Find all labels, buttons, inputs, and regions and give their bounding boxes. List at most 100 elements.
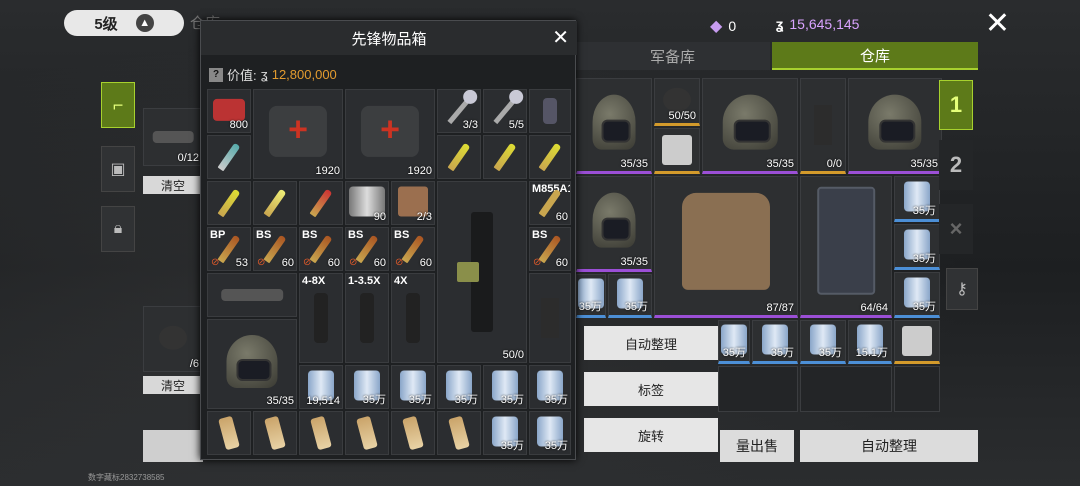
question-icon[interactable]: ?: [209, 67, 223, 82]
storage-item[interactable]: 0/0: [800, 78, 846, 174]
popup-item[interactable]: 1-3.5X: [345, 273, 389, 363]
item-count: 35/35: [766, 158, 794, 170]
page-2-button[interactable]: 2: [939, 140, 973, 190]
bulk-sell-label: 量出售: [736, 438, 778, 454]
popup-item[interactable]: 35万: [529, 365, 571, 409]
equip-slot[interactable]: 0/12: [143, 108, 203, 166]
storage-item[interactable]: 15.1万: [848, 320, 892, 364]
popup-item[interactable]: BS ⊘ 60: [253, 227, 297, 271]
popup-item[interactable]: BP ⊘ 53: [207, 227, 251, 271]
storage-item[interactable]: 35万: [894, 272, 940, 318]
popup-item[interactable]: [299, 181, 343, 225]
bulk-sell-button[interactable]: 量出售: [720, 430, 794, 462]
level-label: 5级: [94, 15, 118, 33]
clear-button[interactable]: 清空: [143, 176, 203, 194]
popup-item[interactable]: [207, 273, 297, 317]
popup-item[interactable]: [299, 411, 343, 455]
tab-storage[interactable]: 仓库: [772, 42, 978, 70]
popup-item[interactable]: 35万: [529, 411, 571, 455]
storage-item[interactable]: 35/35: [576, 176, 652, 272]
auto-sort-menu-item[interactable]: 自动整理: [584, 326, 718, 360]
popup-item[interactable]: [207, 411, 251, 455]
popup-item[interactable]: 35/35: [207, 319, 297, 409]
popup-item[interactable]: [207, 135, 251, 179]
popup-item[interactable]: BS ⊘ 60: [299, 227, 343, 271]
tags-menu-item[interactable]: 标签: [584, 372, 718, 406]
storage-item[interactable]: [654, 128, 700, 174]
backpack-tab[interactable]: ▣: [101, 146, 135, 192]
clear-button[interactable]: 清空: [143, 376, 203, 394]
popup-item[interactable]: 50/0: [437, 181, 527, 363]
popup-item[interactable]: 35万: [483, 411, 527, 455]
key-icon[interactable]: ⚷: [946, 268, 978, 310]
popup-item[interactable]: [345, 411, 389, 455]
item-count: 35万: [912, 205, 936, 217]
storage-item[interactable]: [894, 320, 940, 364]
left-bottom-button[interactable]: [143, 430, 203, 462]
popup-item[interactable]: 35万: [437, 365, 481, 409]
lock-tab[interactable]: 🔒︎: [101, 206, 135, 252]
popup-item[interactable]: BS ⊘ 60: [529, 227, 571, 271]
rotate-menu-item[interactable]: 旋转: [584, 418, 718, 452]
storage-item[interactable]: 35万: [894, 176, 940, 222]
popup-item[interactable]: [253, 411, 297, 455]
popup-item[interactable]: [391, 411, 435, 455]
storage-item[interactable]: 35/35: [576, 78, 652, 174]
popup-item[interactable]: [437, 135, 481, 179]
popup-close-icon[interactable]: ✕: [552, 25, 569, 50]
money-amount: 15,645,145: [789, 16, 860, 32]
popup-item[interactable]: 35万: [345, 365, 389, 409]
popup-item[interactable]: 3/3: [437, 89, 481, 133]
popup-item[interactable]: 800: [207, 89, 251, 133]
level-badge[interactable]: 5级 ▲: [64, 10, 184, 36]
popup-item[interactable]: 1920: [253, 89, 343, 179]
popup-item[interactable]: 4-8X: [299, 273, 343, 363]
popup-item[interactable]: [529, 273, 571, 363]
storage-item[interactable]: 35万: [752, 320, 798, 364]
page-close-label: ×: [949, 216, 963, 241]
storage-item[interactable]: 35/35: [702, 78, 798, 174]
empty-slot[interactable]: [894, 366, 940, 412]
popup-item[interactable]: BS ⊘ 60: [391, 227, 435, 271]
page-1-button[interactable]: 1: [939, 80, 973, 130]
money-icon: ʓ: [776, 16, 784, 32]
storage-item[interactable]: 64/64: [800, 176, 892, 318]
storage-item[interactable]: 35万: [608, 274, 652, 318]
close-icon[interactable]: ✕: [985, 9, 1010, 39]
weapon-tab[interactable]: ⌐: [101, 82, 135, 128]
storage-item[interactable]: 35万: [894, 224, 940, 270]
popup-item[interactable]: 5/5: [483, 89, 527, 133]
item-count: 800: [229, 119, 248, 131]
storage-item[interactable]: 35万: [718, 320, 750, 364]
auto-sort-button[interactable]: 自动整理: [800, 430, 978, 462]
item-count: 35万: [912, 301, 936, 313]
popup-item[interactable]: 1920: [345, 89, 435, 179]
popup-item[interactable]: [529, 135, 571, 179]
popup-item[interactable]: M855A1 60: [529, 181, 571, 225]
popup-item[interactable]: [483, 135, 527, 179]
popup-item[interactable]: 35万: [483, 365, 527, 409]
popup-item[interactable]: [253, 181, 297, 225]
storage-item[interactable]: 50/50: [654, 78, 700, 126]
popup-item[interactable]: BS ⊘ 60: [345, 227, 389, 271]
popup-item[interactable]: [207, 181, 251, 225]
popup-item[interactable]: 4X: [391, 273, 435, 363]
popup-item[interactable]: [437, 411, 481, 455]
storage-item[interactable]: 35万: [576, 274, 606, 318]
item-count: 53: [235, 257, 248, 269]
storage-item[interactable]: 87/87: [654, 176, 798, 318]
empty-slot[interactable]: [800, 366, 892, 412]
popup-item[interactable]: 35万: [391, 365, 435, 409]
equip-slot[interactable]: /6: [143, 306, 203, 372]
tab-armory[interactable]: 军备库: [575, 42, 770, 70]
popup-item[interactable]: 90: [345, 181, 389, 225]
storage-item[interactable]: 35/35: [848, 78, 942, 174]
item-count: 1920: [407, 165, 432, 177]
empty-slot[interactable]: [718, 366, 798, 412]
page-close-button[interactable]: ×: [939, 204, 973, 254]
popup-item[interactable]: [529, 89, 571, 133]
item-count: 35万: [544, 440, 568, 452]
popup-item[interactable]: 19,514: [299, 365, 343, 409]
storage-item[interactable]: 35万: [800, 320, 846, 364]
popup-item[interactable]: 2/3: [391, 181, 435, 225]
